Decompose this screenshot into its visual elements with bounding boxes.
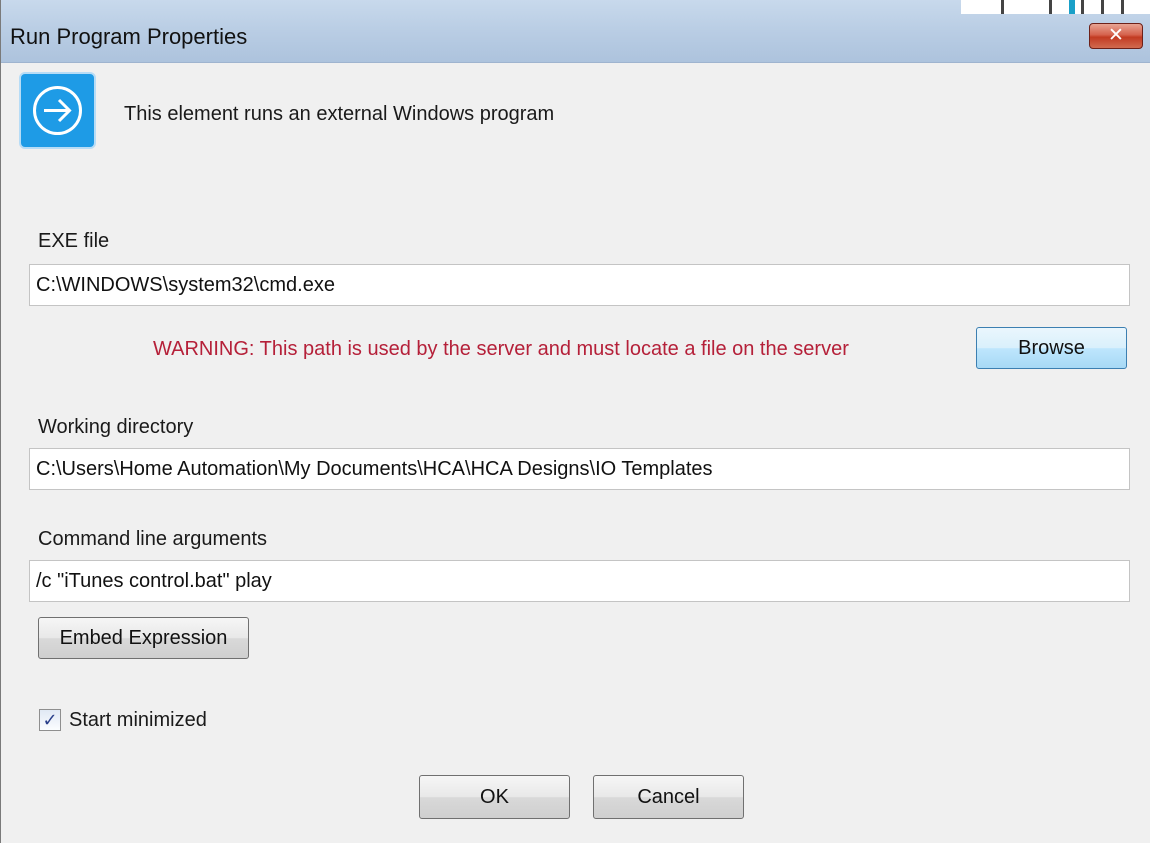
exe-file-label: EXE file: [38, 230, 110, 252]
exe-file-input[interactable]: [29, 264, 1130, 306]
element-description: This element runs an external Windows pr…: [124, 103, 555, 125]
cancel-button[interactable]: Cancel: [593, 775, 744, 819]
command-line-arguments-input[interactable]: [29, 560, 1130, 602]
working-directory-label: Working directory: [38, 416, 194, 438]
dialog-title: Run Program Properties: [10, 24, 248, 49]
ok-button[interactable]: OK: [419, 775, 570, 819]
close-icon: ✕: [1108, 25, 1124, 46]
close-button[interactable]: ✕: [1089, 23, 1143, 49]
working-directory-input[interactable]: [29, 448, 1130, 490]
start-minimized-checkbox[interactable]: ✓: [39, 709, 61, 731]
server-path-warning: WARNING: This path is used by the server…: [153, 338, 849, 360]
run-program-properties-dialog: Run Program Properties ✕ This element ru…: [0, 0, 1150, 843]
arrow-circle-right-icon: [19, 72, 96, 149]
background-window-edge: [961, 0, 1150, 14]
command-line-arguments-label: Command line arguments: [38, 528, 267, 550]
embed-expression-button[interactable]: Embed Expression: [38, 617, 249, 659]
check-mark-icon: ✓: [42, 710, 58, 730]
browse-button[interactable]: Browse: [976, 327, 1127, 369]
start-minimized-label[interactable]: Start minimized: [69, 709, 207, 732]
